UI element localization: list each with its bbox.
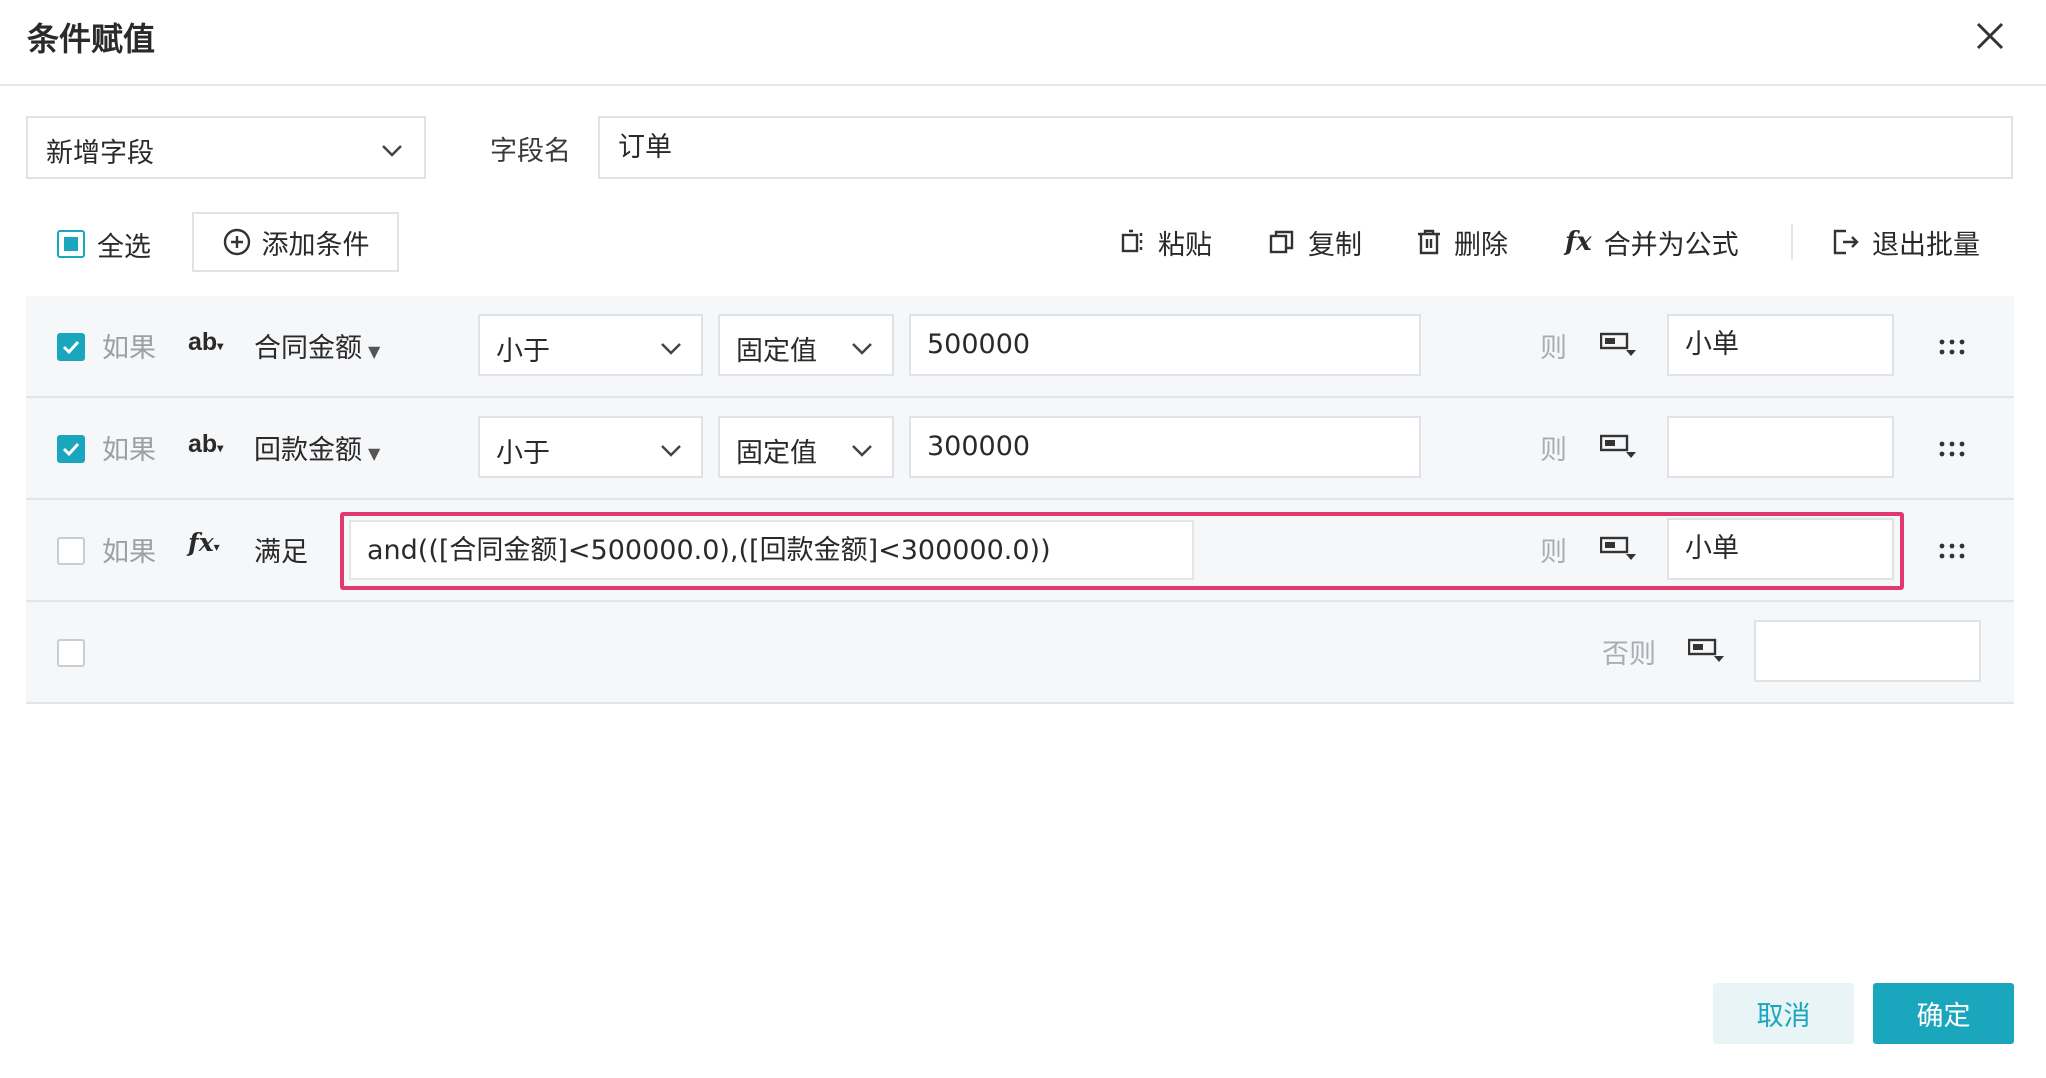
value-type-icon[interactable] xyxy=(1688,636,1728,666)
drag-handle-icon[interactable] xyxy=(1937,536,1967,566)
drag-handle-icon[interactable] xyxy=(1937,434,1967,464)
chevron-down-icon xyxy=(382,145,402,157)
add-condition-button[interactable]: 添加条件 xyxy=(192,212,399,272)
copy-button[interactable]: 复制 xyxy=(1268,222,1362,262)
exit-batch-button[interactable]: 退出批量 xyxy=(1832,222,1980,262)
rules-panel: 如果 ab▾ 合同金额 ▼ 小于 固定值 500000 则 小单 如果 ab▾ 回… xyxy=(26,296,2014,704)
condition-value-input[interactable]: 500000 xyxy=(909,314,1421,376)
value-mode-select[interactable]: 固定值 xyxy=(718,314,894,376)
rule-row: 如果 ab▾ 合同金额 ▼ 小于 固定值 500000 则 小单 xyxy=(26,296,2014,398)
formula-input[interactable]: and(([合同金额]<500000.0),([回款金额]<300000.0)) xyxy=(349,520,1194,580)
toolbar-divider xyxy=(1791,224,1793,260)
satisfy-label: 满足 xyxy=(254,537,308,568)
value-mode-value: 固定值 xyxy=(736,438,817,469)
paste-label: 粘贴 xyxy=(1158,229,1212,261)
merge-formula-button[interactable]: fx 合并为公式 xyxy=(1565,222,1739,262)
chevron-down-icon xyxy=(661,445,681,457)
ok-button[interactable]: 确定 xyxy=(1873,983,2014,1044)
then-label: 则 xyxy=(1540,537,1567,568)
add-condition-label: 添加条件 xyxy=(261,229,370,261)
chevron-down-icon xyxy=(852,445,872,457)
operator-select[interactable]: 小于 xyxy=(478,314,703,376)
chevron-down-icon xyxy=(852,343,872,355)
rule-row-formula: 如果 fx▾ 满足 and(([合同金额]<500000.0),([回款金额]<… xyxy=(26,500,2014,602)
else-result-input[interactable] xyxy=(1754,620,1981,682)
text-type-icon[interactable]: ab▾ xyxy=(188,328,223,357)
drag-handle-icon[interactable] xyxy=(1937,332,1967,362)
field-select[interactable]: 合同金额 ▼ xyxy=(254,326,380,365)
delete-button[interactable]: 删除 xyxy=(1416,222,1508,262)
else-label: 否则 xyxy=(1602,639,1656,670)
field-name-input[interactable]: 订单 xyxy=(598,116,2013,179)
value-type-icon[interactable] xyxy=(1600,534,1640,564)
result-input[interactable]: 小单 xyxy=(1667,518,1894,580)
exit-batch-label: 退出批量 xyxy=(1872,229,1980,261)
field-mode-select[interactable]: 新增字段 xyxy=(26,116,426,179)
value-type-icon[interactable] xyxy=(1600,432,1640,462)
value-type-icon[interactable] xyxy=(1600,330,1640,360)
chevron-down-icon xyxy=(661,343,681,355)
then-label: 则 xyxy=(1540,333,1567,364)
operator-select[interactable]: 小于 xyxy=(478,416,703,478)
if-label: 如果 xyxy=(102,537,156,568)
paste-button[interactable]: 粘贴 xyxy=(1120,222,1212,262)
rule-row: 如果 ab▾ 回款金额 ▼ 小于 固定值 300000 则 xyxy=(26,398,2014,500)
copy-label: 复制 xyxy=(1308,229,1362,261)
plus-circle-icon xyxy=(223,228,250,256)
else-row: 否则 xyxy=(26,602,2014,704)
field-mode-value: 新增字段 xyxy=(46,138,154,169)
rule-checkbox[interactable] xyxy=(57,333,85,361)
value-mode-select[interactable]: 固定值 xyxy=(718,416,894,478)
check-icon xyxy=(62,340,80,355)
if-label: 如果 xyxy=(102,333,156,364)
field-name-label: 字段名 xyxy=(490,136,571,167)
merge-formula-label: 合并为公式 xyxy=(1603,229,1739,261)
select-all[interactable]: 全选 xyxy=(57,229,151,263)
then-label: 则 xyxy=(1540,435,1567,466)
rule-checkbox[interactable] xyxy=(57,537,85,565)
select-all-checkbox[interactable] xyxy=(57,230,85,258)
operator-value: 小于 xyxy=(496,336,550,367)
result-input[interactable]: 小单 xyxy=(1667,314,1894,376)
fx-icon: fx xyxy=(1565,227,1592,257)
operator-value: 小于 xyxy=(496,438,550,469)
condition-value-input[interactable]: 300000 xyxy=(909,416,1421,478)
dialog-title: 条件赋值 xyxy=(27,20,156,58)
result-input[interactable] xyxy=(1667,416,1894,478)
close-icon[interactable] xyxy=(1968,14,2012,58)
select-all-label: 全选 xyxy=(97,231,151,263)
field-select[interactable]: 回款金额 ▼ xyxy=(254,428,380,467)
copy-icon xyxy=(1269,230,1294,254)
rule-checkbox[interactable] xyxy=(57,435,85,463)
if-label: 如果 xyxy=(102,435,156,466)
text-type-icon[interactable]: ab▾ xyxy=(188,430,223,459)
paste-icon xyxy=(1121,229,1143,253)
else-checkbox[interactable] xyxy=(57,639,85,667)
exit-icon xyxy=(1833,229,1859,255)
value-mode-value: 固定值 xyxy=(736,336,817,367)
delete-label: 删除 xyxy=(1454,229,1508,261)
cancel-button[interactable]: 取消 xyxy=(1713,983,1854,1044)
trash-icon xyxy=(1418,229,1440,255)
check-icon xyxy=(62,442,80,457)
fx-type-icon[interactable]: fx▾ xyxy=(188,528,220,557)
dialog-header: 条件赋值 xyxy=(0,0,2046,86)
